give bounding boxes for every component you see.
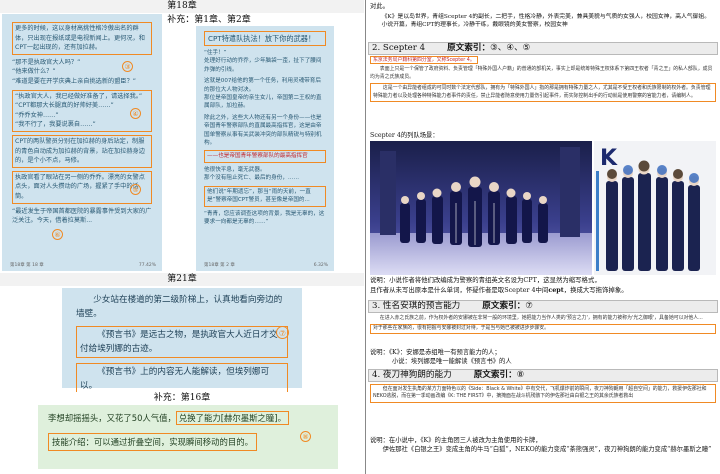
section-title: 3. 性名安琪的预言能力 [372, 301, 461, 311]
top-line: 对此。 [370, 3, 389, 10]
para: “青青，您应该调查这项的背景，我是无辜的，这要求一向都是无辜的……” [204, 210, 325, 225]
page-footer-left: 第18章 第 2 章 [204, 263, 235, 268]
image-note: 说明：小说作者将他们改编成为警察的青组英文名设为CPT，这显然为缩写格式， 且作… [370, 276, 628, 294]
index-refs: ⑦ [525, 301, 533, 311]
index-circle-3: ③ [122, 61, 133, 72]
column-divider [365, 0, 366, 474]
scepter4-anime-image: K [370, 141, 716, 275]
para: “住手！” 处理好行动的乔乔，少年脑袋一歪，扯下了腰间炸弹的引线。 [204, 50, 322, 73]
novel-text-d: 李想却摇摇头，又花了50人气值， 兑换了能力[赫尔墨斯之瞳]。 技能介绍：可以通过… [48, 411, 328, 451]
para: “最近发生于帝国首都医院的暴露事件受到大家的广泛关注。今天，借着拉莫斯... [12, 207, 152, 225]
page-progress: 77.42% [138, 263, 156, 268]
section-title: 4. 夜刀神狗朗的能力 [372, 370, 452, 380]
supplement-header-16: 补充：第16章 [0, 392, 364, 404]
novel-text-c: 少女站在楼道的第二级阶梯上，认真地看向旁边的墙壁。 《预言书》是远古之物，是执政… [76, 293, 288, 395]
skill-intro-box: 技能介绍：可以通过折叠空间，实现瞬间移动的目的。 [48, 433, 257, 451]
index-circle-5: ⑤ [130, 184, 141, 195]
note: 说明：在小说中，《K》的主角团三人被改为主角使用的卡牌， [370, 437, 542, 444]
index-refs: ⑧ [516, 370, 525, 380]
para: 这就是007给他的第一个任务，利用灵魂带育后的那位大人物对决。 那位是帝国皇帝的… [204, 78, 322, 110]
section-4-body: 但在面对发生执角的某方力面特色以的《Side：Black & White》中有交… [370, 384, 716, 405]
scepter-duty-box: 这是一个由异能者组成的可同时数个法定代部队，拥有为「特殊外国人」指的那是拥有特殊… [370, 83, 716, 103]
index-circle-4: ④ [130, 108, 141, 119]
scepter-caption: Scepter 4的列队场景： [370, 132, 439, 139]
highlight-box: ——也是帝国青年警察部队的最高指挥官 [204, 150, 326, 163]
para: 《K》是以岛世界，青组Scepter 4的副长，二把手，性格冷静，外表完美，兼具… [381, 14, 710, 20]
index-circle-8: ⑧ [300, 431, 311, 442]
novel-text-b: CPT特遣队执法！放下你的武器！ “住手！” 处理好行动的乔乔，少年脑袋一歪，扯… [204, 31, 326, 226]
novel-text-a: 更多的时候，这以身材高挑性格冷傲出名的群体，只出现在报纸或是电视新闻上。更何况，… [12, 22, 152, 226]
ability-exchange-box: 兑换了能力[赫尔墨斯之瞳]。 [175, 411, 289, 425]
supplement-header-1-2: 补充：第1章、第2章 [164, 14, 254, 26]
index-circle-6: ⑥ [52, 229, 63, 240]
definition-box: 东京法务局户籍科第四分室，又称Scepter 4。 [370, 56, 478, 64]
section-3-notes: 说明：《K》：安娜是赤组唯一有预言能力的人； 小说：埃列娜是唯一能解读《预言书》… [370, 348, 716, 366]
novel-page-b: CPT特遣队执法！放下你的武器！ “住手！” 处理好行动的乔乔，少年脑袋一歪，扯… [196, 26, 334, 271]
intro-text: 《K》是以岛世界，青组Scepter 4的副长，二把手，性格冷静，外表完美，兼具… [370, 13, 716, 30]
novel-page-d: 李想却摇摇头，又花了50人气值， 兑换了能力[赫尔墨斯之瞳]。 技能介绍：可以通过… [38, 405, 338, 469]
novel-page-c: 少女站在楼道的第二级阶梯上，认真地看向旁边的墙壁。 《预言书》是远古之物，是执政… [62, 288, 302, 395]
para: 李想却摇摇头，又花了50人气值， [48, 413, 176, 423]
section-4-notes: 说明：在小说中，《K》的主角团三人被改为主角使用的卡牌， 伊佐那社《白银之王》变… [370, 436, 716, 454]
index-label: 原文索引： [473, 370, 517, 380]
section-4-heading: 4. 夜刀神狗朗的能力 原文索引：⑧ [368, 369, 718, 382]
para: 他很快平息，毫无武器。 那个没有阻止死亡、最后的身份，…… [204, 166, 300, 182]
page-progress: 6.32% [313, 263, 328, 268]
para: 除此之外，这些大人物还有另一个身份——也是帝国青年警察部队的直属最高指挥官，这是… [204, 114, 322, 147]
index-label: 原文索引： [482, 301, 526, 311]
chapter-18-header: 第18章 [0, 0, 364, 13]
prophecy-box-2: 《预言书》上的内容无人能解读，但埃列娜可以。 [76, 363, 288, 395]
cpt-order-box: CPT特遣队执法！放下你的武器！ [204, 31, 326, 46]
novel-page-a: 更多的时候，这以身材高挑性格冷傲出名的群体，只出现在报纸或是电视新闻上。更何况，… [2, 14, 162, 271]
section-2-heading: 2. Scepter 4 原文索引：③、④、⑤ [368, 42, 718, 55]
note: 伊佐那社《白银之王》变成主角的牛马“白狐”，NEKO的能力变成“茶熊强灵”，夜刀… [382, 446, 712, 453]
para: 少女站在楼道的第二级阶梯上，认真地看向旁边的墙壁。 [76, 295, 283, 319]
prophecy-ability-box: 对于那些在家族的，很有把握与安娜被封过对待，于是当与她已被被进步步骤安。 [370, 324, 716, 334]
page-footer-left: 第18章 第 18 章 [10, 263, 44, 268]
section-title: 2. Scepter 4 [372, 43, 426, 53]
section-3-heading: 3. 性名安琪的预言能力 原文索引：⑦ [368, 300, 718, 313]
note: 说明：《K》：安娜是赤组唯一有预言能力的人； [370, 349, 501, 356]
svg-text:K: K [600, 146, 618, 171]
prophecy-box-1: 《预言书》是远古之物，是执政官大人近日才交付给埃列娜的古迹。 [76, 326, 288, 358]
space-ability-box: 但在面对发生执角的某方力面特色以的《Side：Black & White》中有交… [370, 384, 716, 403]
section-2-body: 东京法务局户籍科第四分室，又称Scepter 4。 表面上只是一个保管了政府资料… [370, 56, 716, 104]
chapter-21-header: 第21章 [0, 273, 364, 286]
note: 小说：埃列娜是唯一能解读《预言书》的人 [392, 358, 512, 365]
section-3-body: 在进入赤之氏族之前，作为权外者的安娜被在非常一般的环境里，她把能力当作人类的'预… [370, 315, 716, 336]
index-label: 原文索引： [447, 43, 491, 53]
scepter4-lineup-illustration: K [370, 141, 716, 275]
index-circle-7: ⑦ [276, 326, 289, 339]
quote-box-5: CPT的两队警员分别在加拉赫的身后站定，制服的青色自动成为加拉赫的背景，站在加拉… [12, 134, 152, 168]
para: 表面上只是一个保管了政府资料、负责管理「特殊外国人户籍」的普通的部机关，事实上却… [370, 66, 713, 80]
para: 在进入赤之氏族之前，作为权外者的安娜被在非常一般的环境里，她把能力当作人类的'预… [379, 315, 703, 321]
para: 小说开篇，青组CPT的理事长，冷静干练，戴眼镜的美女警察，校园女神 [381, 22, 568, 29]
index-refs: ③、④、⑤ [490, 43, 531, 53]
quote-box-3: 更多的时候，这以身材高挑性格冷傲出名的群体，只出现在报纸或是电视新闻上。更何况，… [12, 22, 152, 55]
quote-box-b: 他们说“年期遗忘”，那当“雨的天前，一直是”警察帝国CPT警员，甚至像是帝国的.… [204, 185, 326, 207]
